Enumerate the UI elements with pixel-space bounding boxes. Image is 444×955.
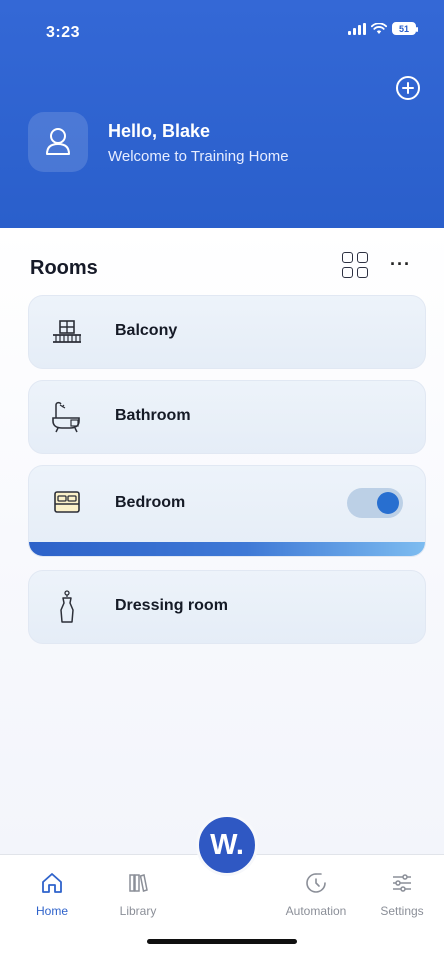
bed-icon [49, 485, 85, 519]
tab-automation[interactable]: Automation [278, 869, 354, 918]
room-card-bedroom[interactable]: Bedroom [28, 465, 426, 557]
welcome-text: Welcome to Training Home [108, 148, 289, 165]
tab-label: Library [119, 904, 157, 918]
bathtub-icon [49, 400, 85, 434]
w-logo-icon: W. [210, 828, 244, 861]
status-time: 3:23 [46, 24, 81, 41]
status-icons: 51 [348, 22, 418, 35]
rooms-section: Rooms ··· Balcony Bathroom Bedroom Dress… [0, 228, 444, 854]
avatar[interactable] [28, 112, 88, 172]
wifi-icon [371, 22, 387, 34]
signal-icon [348, 22, 366, 35]
room-card-balcony[interactable]: Balcony [28, 295, 426, 369]
add-button[interactable] [396, 76, 420, 100]
battery-icon: 51 [392, 22, 418, 35]
greeting-text: Hello, Blake [108, 121, 211, 141]
room-card-bathroom[interactable]: Bathroom [28, 380, 426, 454]
dress-icon [49, 590, 85, 624]
center-action-button[interactable]: W. [196, 814, 258, 876]
tab-label: Automation [285, 904, 347, 918]
tab-settings[interactable]: Settings [364, 869, 440, 918]
library-icon [124, 869, 152, 897]
header: 3:23 51 Hello, Blake Welcome to Training… [0, 0, 444, 228]
grid-view-icon [357, 252, 368, 263]
plus-circle-icon [402, 82, 414, 94]
tab-label: Settings [380, 904, 424, 918]
grid-view-icon [342, 252, 353, 263]
more-options-button[interactable]: ··· [390, 254, 411, 275]
room-label: Bedroom [115, 494, 186, 511]
room-label: Dressing room [115, 597, 228, 614]
room-label: Balcony [115, 322, 178, 339]
toggle-knob [377, 492, 399, 514]
room-label: Bathroom [115, 407, 191, 424]
user-icon [46, 128, 70, 155]
balcony-icon [49, 315, 85, 349]
grid-view-icon [357, 267, 368, 278]
tab-library[interactable]: Library [100, 869, 176, 918]
grid-view-button[interactable] [342, 252, 368, 278]
room-card-dressing-room[interactable]: Dressing room [28, 570, 426, 644]
home-icon [38, 869, 66, 897]
tab-home[interactable]: Home [14, 869, 90, 918]
grid-view-icon [342, 267, 353, 278]
tab-label: Home [35, 904, 68, 918]
bedroom-toggle[interactable] [347, 488, 403, 518]
rooms-title: Rooms [30, 257, 98, 279]
automation-icon [302, 869, 330, 897]
home-indicator[interactable] [147, 939, 297, 944]
bedroom-progress-bar [29, 542, 425, 556]
settings-sliders-icon [388, 869, 416, 897]
